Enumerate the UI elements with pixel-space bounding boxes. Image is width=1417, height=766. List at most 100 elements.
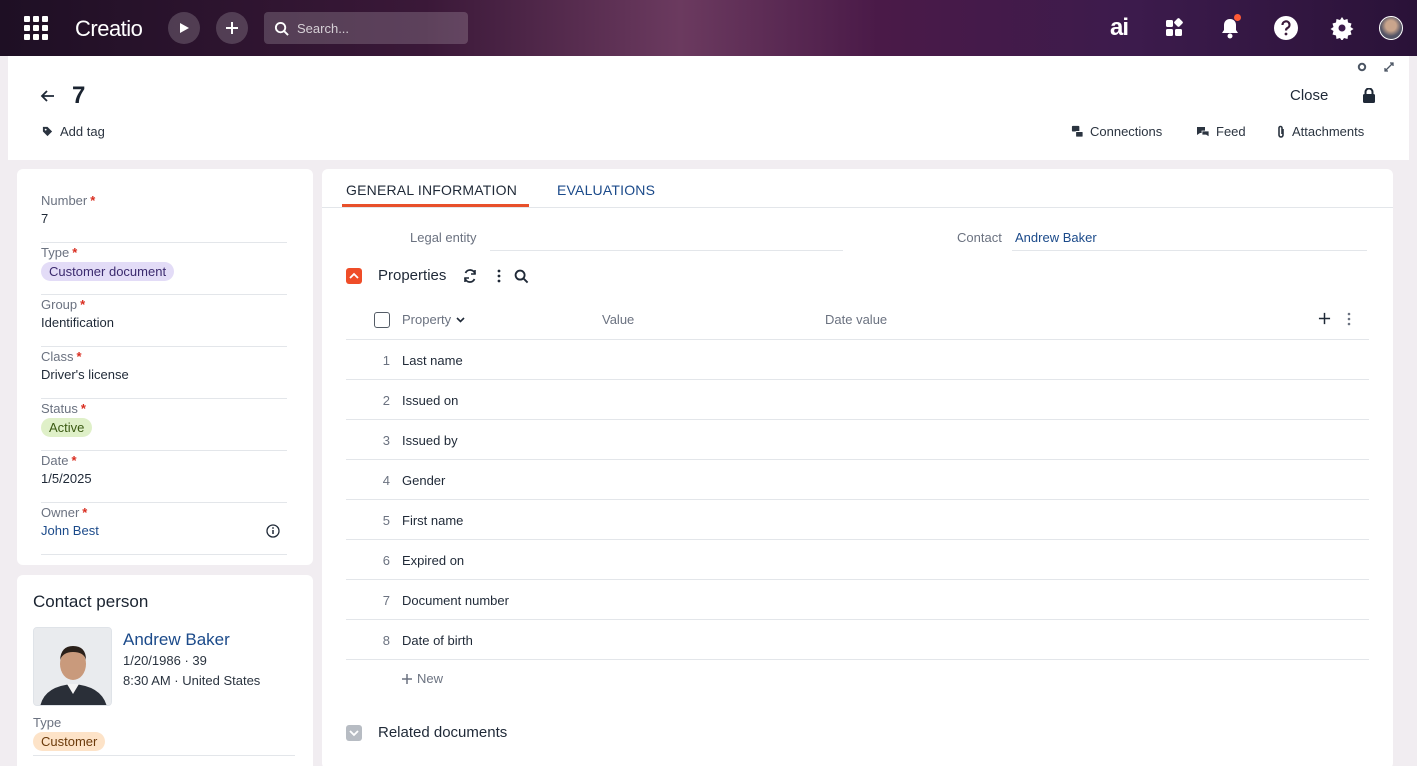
contact-photo	[33, 627, 112, 706]
search-icon	[274, 21, 289, 36]
field-label: Date *	[41, 453, 77, 468]
field-owner[interactable]: Owner * John Best	[41, 505, 287, 555]
owner-link[interactable]: John Best	[41, 523, 99, 538]
legal-entity-field[interactable]	[490, 250, 843, 251]
table-row[interactable]: 4 Gender	[346, 460, 1369, 500]
connections-button[interactable]: Connections	[1071, 124, 1162, 139]
status-badge[interactable]: Active	[41, 418, 93, 437]
apps-icon	[1166, 18, 1183, 36]
contact-birth: 1/20/1986 · 39	[123, 653, 207, 668]
settings-button[interactable]	[1328, 14, 1356, 42]
feed-icon	[1197, 126, 1210, 138]
chevron-down-icon	[456, 316, 465, 323]
row-number: 5	[382, 513, 390, 528]
field-class[interactable]: Class * Driver's license	[41, 349, 287, 399]
info-icon[interactable]	[266, 524, 280, 538]
search-icon[interactable]	[514, 269, 529, 284]
attachments-button[interactable]: Attachments	[1276, 124, 1364, 139]
row-number: 8	[382, 633, 390, 648]
connections-label: Connections	[1090, 124, 1163, 139]
lock-icon[interactable]	[1362, 88, 1376, 103]
plus-icon	[226, 22, 238, 34]
feed-button[interactable]: Feed	[1196, 124, 1246, 139]
feed-label: Feed	[1216, 124, 1246, 139]
tab-evaluations[interactable]: EVALUATIONS	[557, 182, 655, 198]
tag-icon	[42, 126, 53, 137]
field-date[interactable]: Date * 1/5/2025	[41, 453, 287, 503]
creatio-logo[interactable]: Creatio	[75, 16, 143, 42]
type-chip[interactable]: Customer document	[41, 262, 175, 281]
contact-time-location: 8:30 AM · United States	[123, 673, 261, 688]
notification-dot	[1234, 14, 1241, 21]
field-number[interactable]: Number * 7	[41, 193, 287, 243]
row-number: 4	[382, 473, 390, 488]
contact-link[interactable]: Andrew Baker	[1015, 230, 1097, 245]
row-property: Issued on	[402, 393, 459, 408]
page-settings-icon[interactable]	[1357, 62, 1367, 72]
new-row-button[interactable]: New	[401, 671, 443, 686]
field-label: Number *	[41, 193, 96, 208]
field-value[interactable]: 1/5/2025	[41, 471, 92, 486]
user-avatar[interactable]	[1379, 16, 1403, 40]
column-header-date-value[interactable]: Date value	[825, 312, 887, 327]
contact-person-title: Contact person	[33, 592, 149, 611]
field-label: Status *	[41, 401, 86, 416]
plus-icon	[402, 673, 412, 684]
table-menu-icon[interactable]	[1346, 311, 1352, 327]
field-status[interactable]: Status * Active	[41, 401, 287, 451]
contact-name[interactable]: Andrew Baker	[123, 630, 230, 650]
table-row[interactable]: 1 Last name	[346, 340, 1369, 380]
help-icon	[1274, 16, 1298, 40]
row-property: Date of birth	[402, 633, 473, 648]
more-vertical-icon[interactable]	[496, 268, 502, 284]
row-number: 3	[382, 433, 390, 448]
select-all-checkbox[interactable]	[374, 312, 390, 328]
notifications-button[interactable]	[1216, 14, 1244, 42]
table-row[interactable]: 6 Expired on	[346, 540, 1369, 580]
row-property: Issued by	[402, 433, 458, 448]
field-label: Group *	[41, 297, 86, 312]
column-header-value[interactable]: Value	[602, 312, 634, 327]
run-process-button[interactable]	[168, 12, 200, 44]
search-input[interactable]	[297, 20, 457, 36]
close-button[interactable]: Close	[1290, 87, 1328, 104]
row-number: 7	[382, 593, 390, 608]
ai-icon: ai	[1109, 14, 1129, 41]
row-property: Last name	[402, 353, 463, 368]
field-value[interactable]: 7	[41, 211, 48, 226]
table-row[interactable]: 7 Document number	[346, 580, 1369, 620]
refresh-icon[interactable]	[463, 269, 477, 283]
row-property: First name	[402, 513, 464, 528]
back-arrow-icon[interactable]	[40, 88, 56, 104]
apps-button[interactable]	[1160, 14, 1188, 42]
field-group[interactable]: Group * Identification	[41, 297, 287, 347]
help-button[interactable]	[1272, 14, 1300, 42]
legal-entity-label: Legal entity	[410, 230, 477, 245]
app-launcher-icon[interactable]	[24, 16, 48, 40]
properties-collapse-button[interactable]	[346, 268, 362, 284]
properties-title: Properties	[378, 267, 447, 284]
field-label: Class *	[41, 349, 82, 364]
add-row-plus-icon[interactable]	[1318, 312, 1331, 325]
attachments-label: Attachments	[1292, 124, 1365, 139]
contact-label: Contact	[957, 230, 1002, 245]
divider	[33, 755, 295, 756]
related-documents-expand-button[interactable]	[346, 725, 362, 741]
table-row[interactable]: 2 Issued on	[346, 380, 1369, 420]
table-row[interactable]: 3 Issued by	[346, 420, 1369, 460]
column-header-property[interactable]: Property	[402, 312, 465, 327]
table-row[interactable]: 8 Date of birth	[346, 620, 1369, 660]
create-button[interactable]	[216, 12, 248, 44]
chevron-up-icon	[349, 272, 359, 279]
table-row[interactable]: 5 First name	[346, 500, 1369, 540]
ai-button[interactable]: ai	[1104, 14, 1134, 42]
global-search[interactable]	[264, 12, 468, 44]
field-value[interactable]: Identification	[41, 315, 114, 330]
expand-icon[interactable]	[1384, 62, 1394, 72]
field-type[interactable]: Type * Customer document	[41, 245, 287, 295]
new-row-label: New	[417, 671, 444, 686]
field-value[interactable]: Driver's license	[41, 367, 129, 382]
contact-type-chip[interactable]: Customer	[33, 732, 106, 751]
tab-general-information[interactable]: GENERAL INFORMATION	[346, 182, 517, 198]
add-tag-button[interactable]: Add tag	[42, 124, 105, 139]
